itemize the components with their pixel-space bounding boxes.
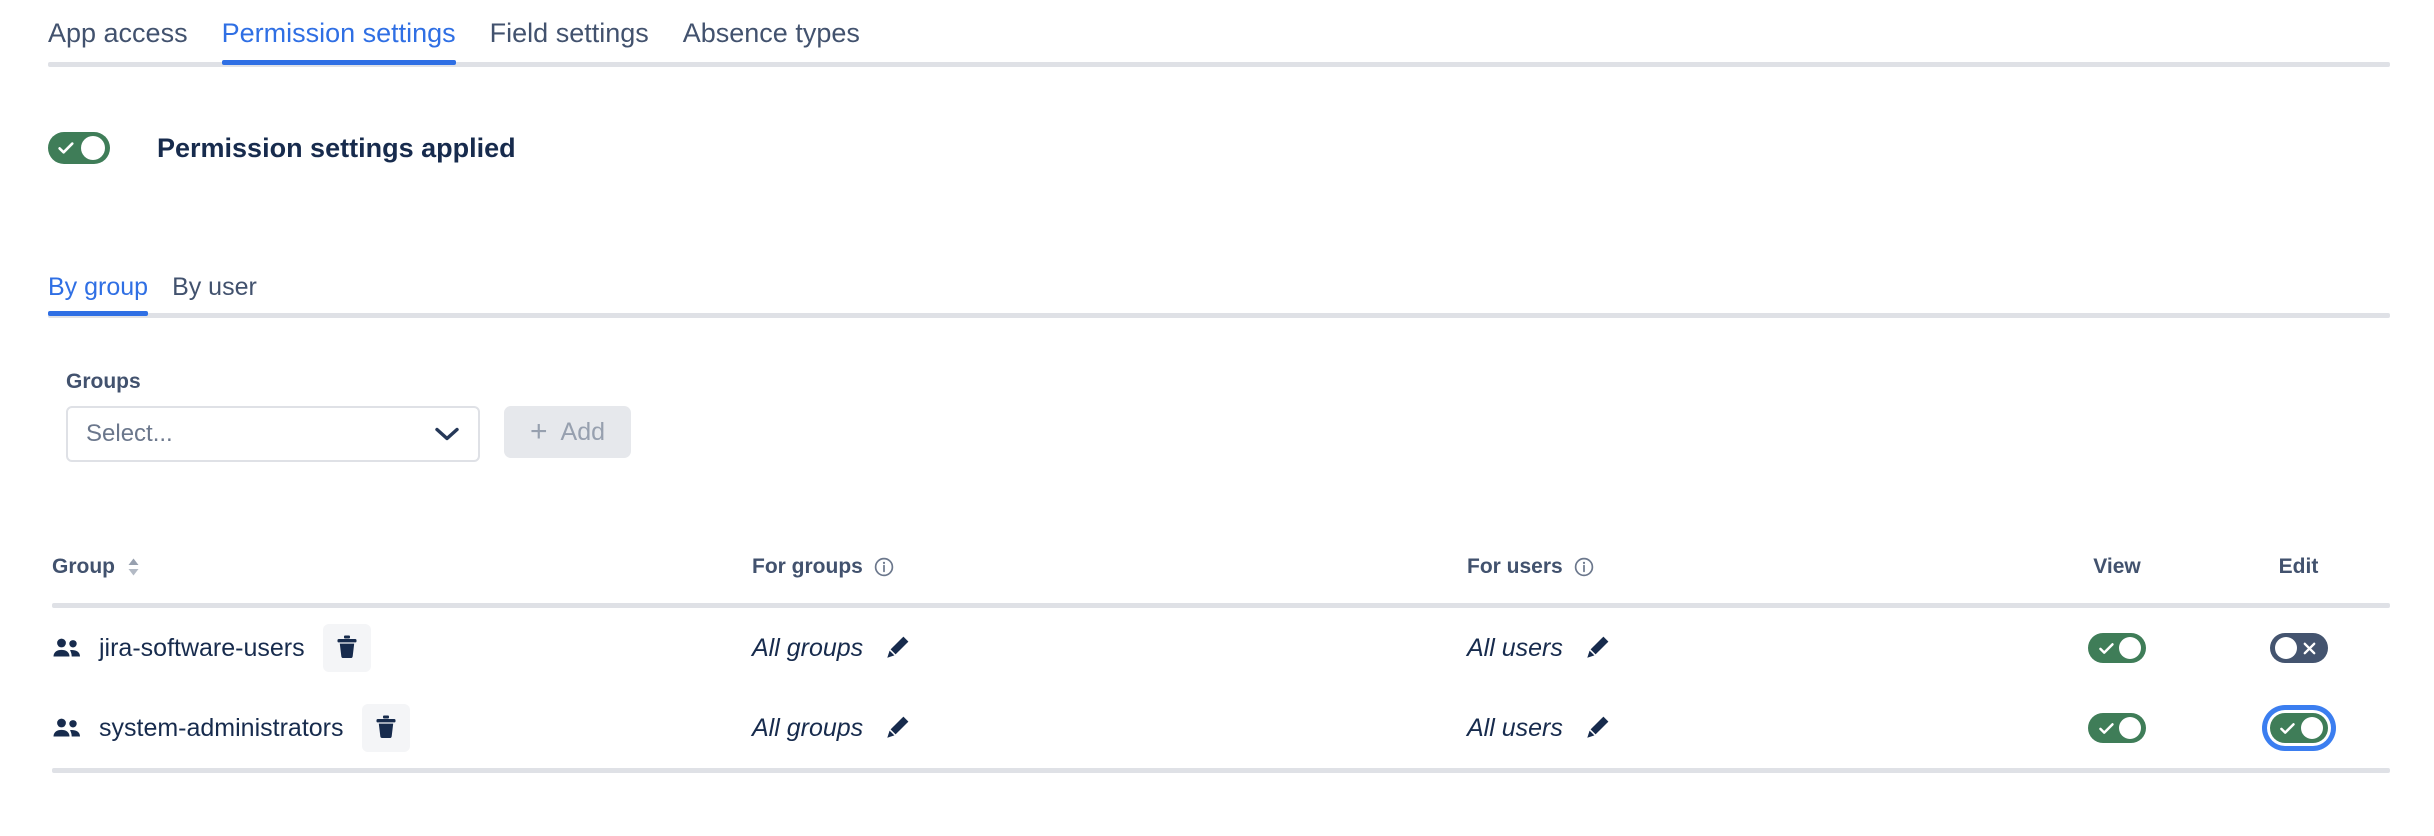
toggle-knob [2275,637,2297,659]
groups-form: Groups Select... + Add [66,370,631,462]
column-header-view: View [2027,555,2207,579]
check-icon [2273,713,2303,743]
permissions-table: Group For groups [52,555,2390,773]
tab-app-access[interactable]: App access [48,18,188,62]
column-header-edit-label: Edit [2279,555,2319,579]
cell-group: jira-software-users [52,624,752,672]
toggle-knob [81,136,105,160]
column-header-for-users: For users [1467,555,2027,579]
toggle-knob [2119,717,2141,739]
for-users-value: All users [1467,634,1563,663]
pencil-icon [885,714,911,743]
table-bottom-divider [52,768,2390,773]
delete-group-button[interactable] [362,704,410,752]
column-header-group[interactable]: Group [52,555,752,579]
secondary-tab-underline [48,313,2390,318]
cell-group: system-administrators [52,704,752,752]
tab-absence-types[interactable]: Absence types [683,18,860,62]
pencil-icon [1585,634,1611,663]
check-icon [51,132,81,164]
info-circle-icon[interactable] [1573,556,1595,578]
column-header-for-groups-label: For groups [752,555,863,579]
view-permission-toggle[interactable] [2088,713,2146,743]
tab-field-settings[interactable]: Field settings [490,18,649,62]
groups-select-placeholder: Select... [86,420,173,448]
table-row: jira-software-users All groups [52,608,2390,688]
group-name: system-administrators [99,714,344,743]
cell-for-users: All users [1467,634,2027,663]
toggle-knob [2119,637,2141,659]
primary-tab-bar: App access Permission settings Field set… [48,12,2390,67]
permission-settings-applied-toggle[interactable] [48,132,110,164]
column-header-view-label: View [2093,555,2140,579]
view-permission-toggle[interactable] [2088,633,2146,663]
header-row: Group For groups [52,555,2390,603]
column-header-for-users-label: For users [1467,555,1563,579]
plus-icon: + [530,417,548,447]
cell-for-groups: All groups [752,634,1467,663]
permission-settings-applied-row: Permission settings applied [48,132,516,164]
toggle-knob [2301,717,2323,739]
edit-for-groups-button[interactable] [885,714,911,743]
people-group-icon [52,636,82,660]
groups-select-row: Select... + Add [66,406,631,462]
trash-icon [335,634,359,663]
cell-for-users: All users [1467,714,2027,743]
column-header-group-label: Group [52,555,115,579]
cell-for-groups: All groups [752,714,1467,743]
tab-permission-settings[interactable]: Permission settings [222,18,456,62]
cell-view [2027,688,2207,768]
group-name: jira-software-users [99,634,305,663]
delete-group-button[interactable] [323,624,371,672]
add-group-button[interactable]: + Add [504,406,631,458]
edit-for-users-button[interactable] [1585,634,1611,663]
add-group-button-label: Add [561,418,605,447]
edit-permission-toggle[interactable] [2270,633,2328,663]
for-groups-value: All groups [752,634,863,663]
check-icon [2091,713,2121,743]
secondary-tab-bar: By group By user [48,265,2390,318]
permissions-table-header: Group For groups [52,555,2390,603]
close-icon [2295,633,2325,663]
sort-updown-icon[interactable] [127,557,140,577]
chevron-down-icon [434,426,460,442]
permission-settings-applied-label: Permission settings applied [157,133,516,164]
tab-by-group[interactable]: By group [48,273,148,313]
cell-edit [2207,608,2390,688]
groups-select[interactable]: Select... [66,406,480,462]
info-circle-icon[interactable] [873,556,895,578]
groups-field-label: Groups [66,370,631,394]
edit-for-groups-button[interactable] [885,634,911,663]
primary-tab-list: App access Permission settings Field set… [48,12,2390,62]
trash-icon [374,714,398,743]
edit-for-users-button[interactable] [1585,714,1611,743]
for-groups-value: All groups [752,714,863,743]
secondary-tab-list: By group By user [48,265,2390,313]
column-header-edit: Edit [2207,555,2390,579]
column-header-for-groups: For groups [752,555,1467,579]
cell-edit [2207,688,2390,768]
pencil-icon [885,634,911,663]
people-group-icon [52,716,82,740]
tab-by-user[interactable]: By user [172,273,257,313]
check-icon [2091,633,2121,663]
table-row: system-administrators All groups [52,688,2390,768]
cell-view [2027,608,2207,688]
for-users-value: All users [1467,714,1563,743]
pencil-icon [1585,714,1611,743]
edit-permission-toggle[interactable] [2270,713,2328,743]
